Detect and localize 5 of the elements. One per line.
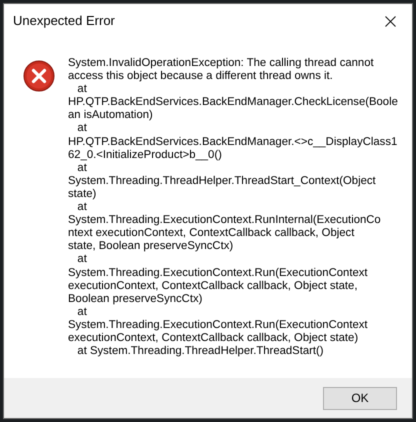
error-message: System.InvalidOperationException: The calling thread cannot access this object because a different thread owns it. at HP.QTP.BackEndServices.BackEndManager.CheckLicense(Boole an isAutomation) at HP.QTP.BackEndServices.BackEndManager.<>c__DisplayClass1 62_0.<InitializeProduct>b__0() at System.Threading.ThreadHelper.ThreadStart_Context(Object state) at System.Threading.ExecutionContext.RunInternal(ExecutionCo ntext executionContext, ContextCallback callback, Object state, Boolean preserveSyncCtx) at System.Threading.ExecutionContext.Run(ExecutionContext executionContext, ContextCallback callback, Object state, Boolean preserveSyncCtx) at System.Threading.ExecutionContext.Run(ExecutionContext executionContext, ContextCallback callback, Object state) at System.Threading.ThreadHelper.ThreadStart() (68, 57, 398, 360)
close-icon (384, 16, 396, 26)
error-icon (23, 60, 55, 92)
ok-button[interactable]: OK (323, 386, 397, 410)
window-title: Unexpected Error (13, 12, 115, 30)
